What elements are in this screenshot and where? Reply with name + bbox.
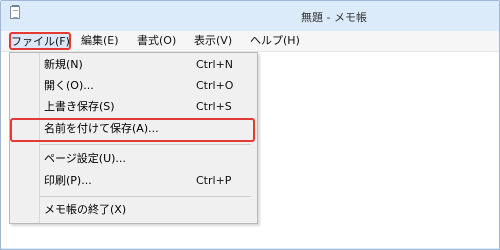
menu-file[interactable]: ファイル(F) [9,32,71,50]
save-as-highlight-box [10,118,255,142]
menu-item-label: 上書き保存(S) [44,100,115,113]
menu-item-print[interactable]: 印刷(P)... Ctrl+P [10,171,257,191]
menu-item-shortcut: Ctrl+O [196,79,234,92]
menu-item-save[interactable]: 上書き保存(S) Ctrl+S [10,97,257,117]
menu-item-shortcut: Ctrl+N [196,58,234,71]
menu-item-label: メモ帳の終了(X) [44,203,127,216]
menu-item-label: 新規(N) [44,58,83,71]
menu-item-label: 印刷(P)... [44,174,92,187]
menu-help[interactable]: ヘルプ(H) [250,32,300,50]
title-bar[interactable]: 無題 - メモ帳 [1,1,499,31]
menu-bar: ファイル(F) 編集(E) 書式(O) 表示(V) ヘルプ(H) [1,31,499,52]
menu-item-label: ページ設定(U)... [44,152,126,165]
menu-view[interactable]: 表示(V) [194,32,232,50]
menu-edit[interactable]: 編集(E) [81,32,119,50]
window-title: 無題 - メモ帳 [301,11,367,24]
menu-item-page-setup[interactable]: ページ設定(U)... [10,149,257,169]
menu-format[interactable]: 書式(O) [137,32,176,50]
menu-separator [40,196,251,197]
menu-item-open[interactable]: 開く(O)... Ctrl+O [10,76,257,96]
menu-item-shortcut: Ctrl+S [196,100,232,113]
menu-item-new[interactable]: 新規(N) Ctrl+N [10,55,257,75]
menu-item-label: 開く(O)... [44,79,94,92]
menu-separator [40,144,251,145]
notepad-icon [10,5,20,19]
menu-item-exit[interactable]: メモ帳の終了(X) [10,200,257,220]
menu-item-shortcut: Ctrl+P [196,174,232,187]
